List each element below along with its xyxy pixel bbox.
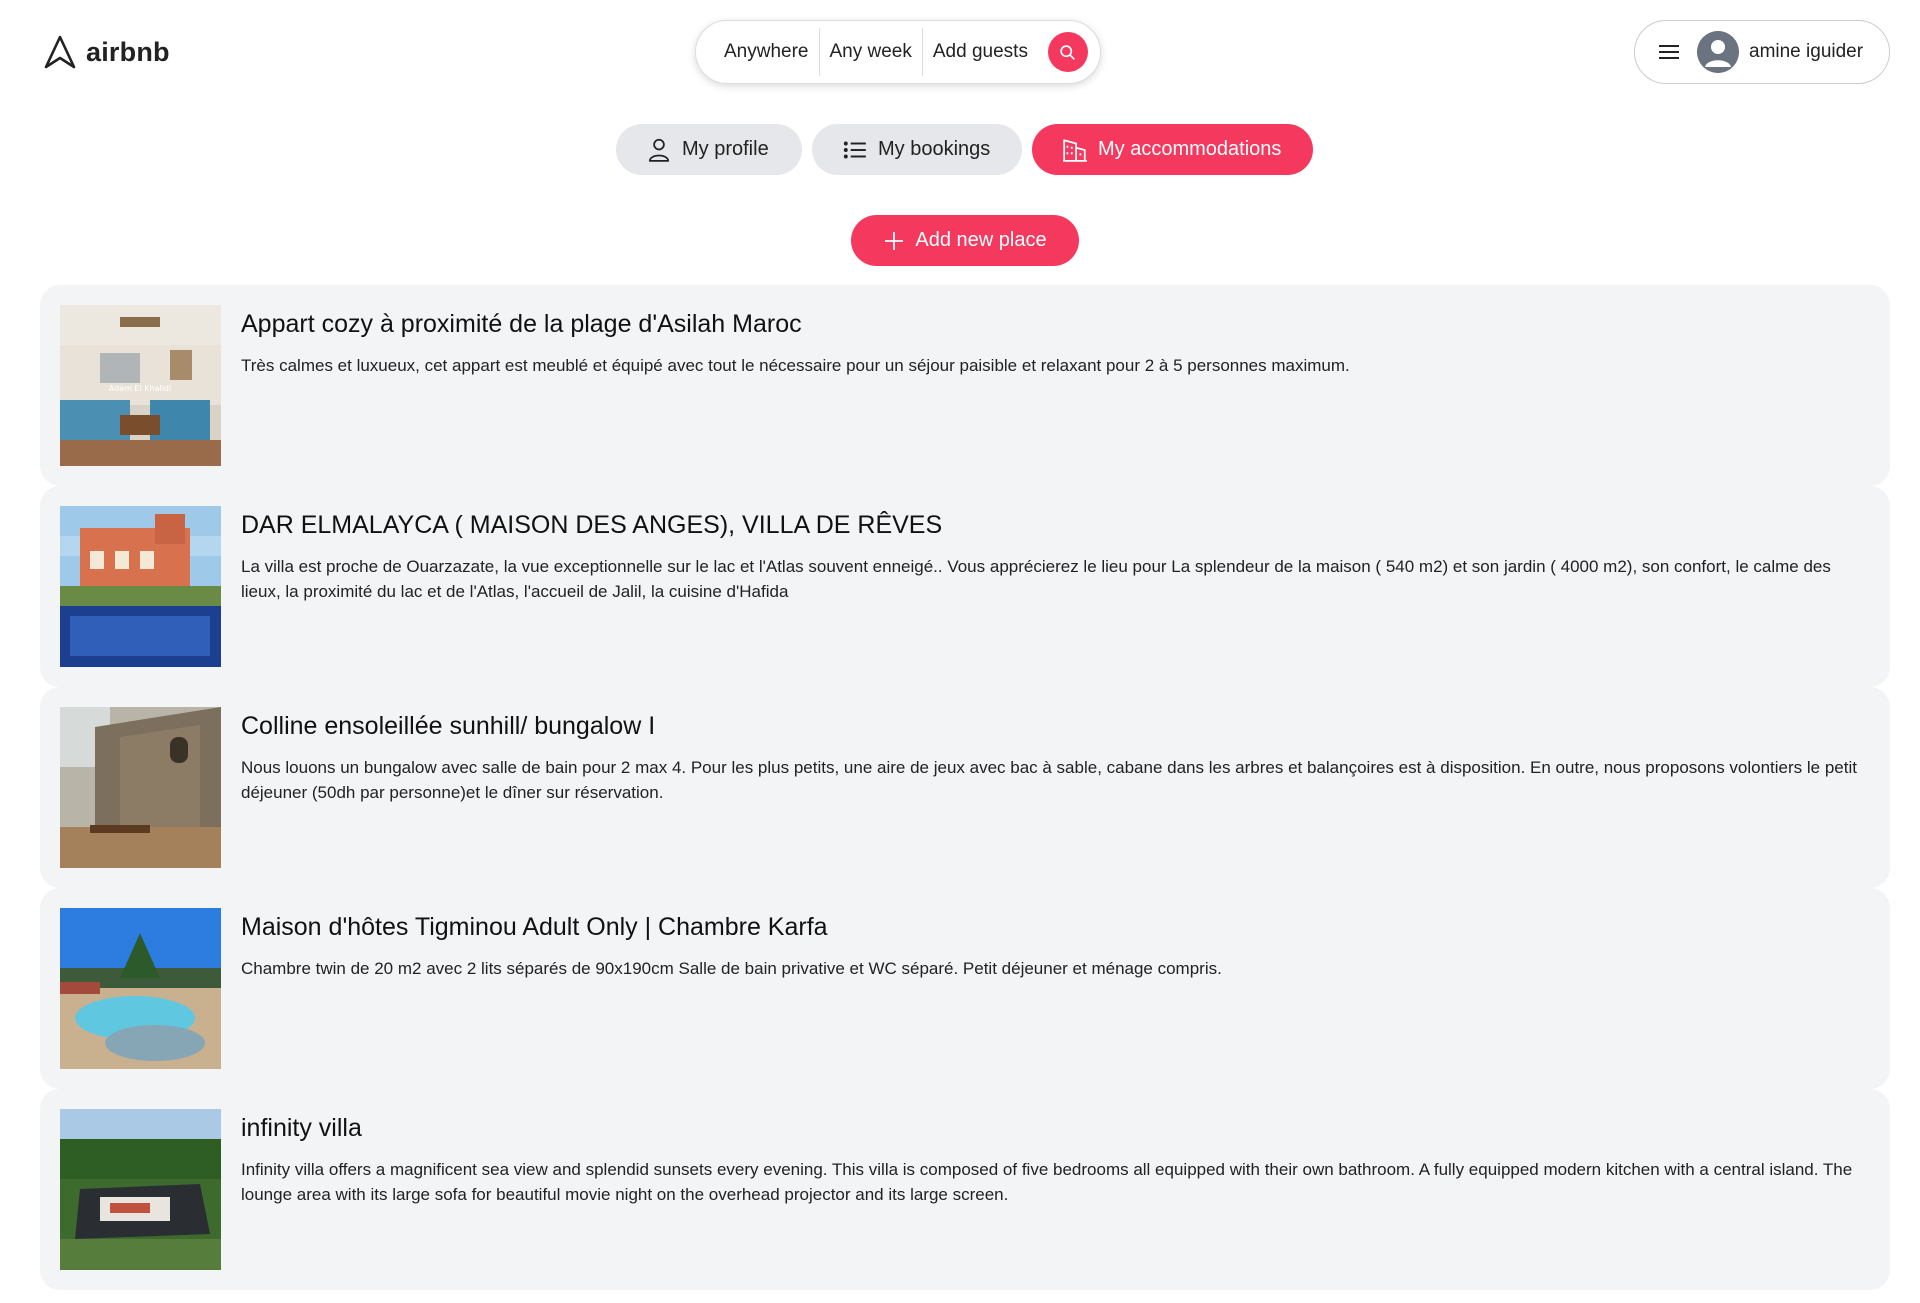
search-icon: [1060, 44, 1076, 60]
listing-photo: Adam El Khalidi: [60, 305, 221, 466]
hamburger-icon: [1659, 45, 1679, 59]
photo-watermark: Adam El Khalidi: [109, 384, 171, 393]
listing-card[interactable]: DAR ELMALAYCA ( MAISON DES ANGES), VILLA…: [40, 486, 1890, 687]
listing-photo: [60, 707, 221, 868]
search-bar[interactable]: Anywhere Any week Add guests: [695, 20, 1101, 84]
listing-card[interactable]: infinity villa Infinity villa offers a m…: [40, 1089, 1890, 1290]
listing-title[interactable]: DAR ELMALAYCA ( MAISON DES ANGES), VILLA…: [241, 510, 1870, 540]
listing-description: Infinity villa offers a magnificent sea …: [241, 1160, 1853, 1204]
listing-description: Très calmes et luxueux, cet appart est m…: [241, 356, 1350, 375]
listing-card[interactable]: Maison d'hôtes Tigminou Adult Only | Cha…: [40, 888, 1890, 1089]
building-icon: [1063, 138, 1087, 162]
user-menu[interactable]: amine iguider: [1634, 20, 1890, 84]
username: amine iguider: [1749, 41, 1864, 62]
header: airbnb Anywhere Any week Add guests amin…: [0, 0, 1920, 105]
listing-body: Maison d'hôtes Tigminou Adult Only | Cha…: [241, 908, 1870, 1069]
account-nav: My profile My bookings My accommodations: [616, 124, 1313, 175]
listing-body: Colline ensoleillée sunhill/ bungalow I …: [241, 707, 1870, 868]
living-room-photo: Adam El Khalidi: [60, 305, 221, 466]
logo[interactable]: airbnb: [44, 34, 170, 70]
listing-body: DAR ELMALAYCA ( MAISON DES ANGES), VILLA…: [241, 506, 1870, 667]
listing-body: Appart cozy à proximité de la plage d'As…: [241, 305, 1870, 466]
tab-label: My profile: [682, 138, 769, 160]
listing-title[interactable]: Colline ensoleillée sunhill/ bungalow I: [241, 711, 1870, 741]
user-icon: [648, 138, 670, 162]
listing-title[interactable]: Maison d'hôtes Tigminou Adult Only | Cha…: [241, 912, 1870, 942]
add-new-place-button[interactable]: Add new place: [851, 215, 1079, 266]
listing-title[interactable]: Appart cozy à proximité de la plage d'As…: [241, 309, 1870, 339]
accommodations-list: Adam El Khalidi Appart cozy à proximité …: [40, 285, 1890, 1290]
airbnb-logo-icon: [44, 35, 76, 69]
listing-card[interactable]: Colline ensoleillée sunhill/ bungalow I …: [40, 687, 1890, 888]
tab-my-bookings[interactable]: My bookings: [812, 124, 1022, 175]
list-icon: [843, 141, 866, 158]
listing-photo: [60, 1109, 221, 1270]
listing-description: La villa est proche de Ouarzazate, la vu…: [241, 557, 1831, 601]
stone-bungalow-photo: [60, 707, 221, 868]
listing-description: Chambre twin de 20 m2 avec 2 lits séparé…: [241, 959, 1222, 978]
tab-label: My accommodations: [1098, 138, 1282, 160]
user-avatar-icon: [1697, 31, 1739, 73]
search-when[interactable]: Any week: [820, 32, 922, 72]
add-new-place-label: Add new place: [915, 229, 1047, 251]
listing-title[interactable]: infinity villa: [241, 1113, 1870, 1143]
search-button[interactable]: [1047, 32, 1088, 72]
tab-my-profile[interactable]: My profile: [616, 124, 802, 175]
guesthouse-pool-photo: [60, 908, 221, 1069]
listing-card[interactable]: Adam El Khalidi Appart cozy à proximité …: [40, 285, 1890, 486]
search-who[interactable]: Add guests: [923, 32, 1038, 72]
listing-body: infinity villa Infinity villa offers a m…: [241, 1109, 1870, 1270]
tab-label: My bookings: [878, 138, 991, 160]
tab-my-accommodations[interactable]: My accommodations: [1032, 124, 1313, 175]
listing-photo: [60, 506, 221, 667]
search-where[interactable]: Anywhere: [714, 32, 819, 72]
listing-description: Nous louons un bungalow avec salle de ba…: [241, 758, 1857, 802]
logo-text: airbnb: [86, 36, 170, 67]
listing-photo: [60, 908, 221, 1069]
plus-icon: [885, 231, 904, 250]
infinity-villa-photo: [60, 1109, 221, 1270]
villa-pool-photo: [60, 506, 221, 667]
avatar: [1697, 31, 1739, 73]
